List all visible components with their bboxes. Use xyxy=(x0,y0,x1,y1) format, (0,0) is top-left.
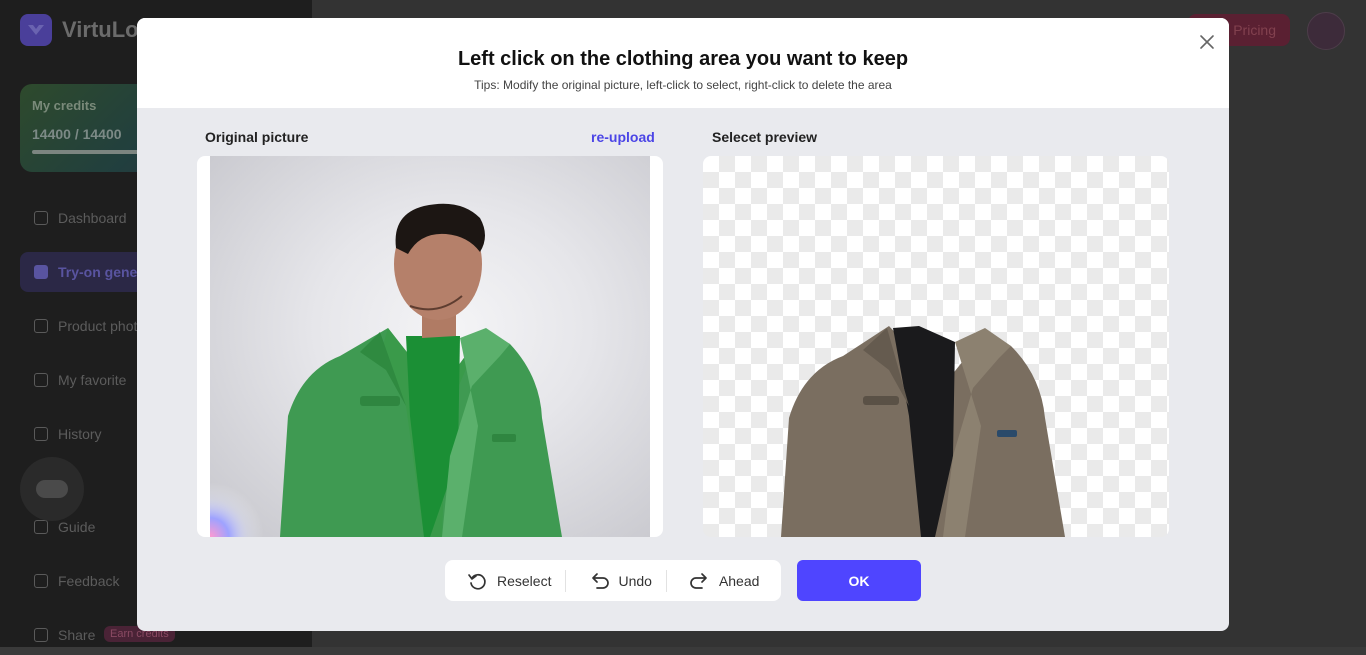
dashboard-icon xyxy=(34,211,48,225)
original-photo[interactable] xyxy=(210,156,650,537)
photo-icon xyxy=(34,319,48,333)
modal-title: Left click on the clothing area you want… xyxy=(457,48,909,70)
clock-icon xyxy=(34,427,48,441)
person-image xyxy=(210,203,562,537)
sidebar-item-label: Guide xyxy=(58,519,96,535)
share-icon xyxy=(34,628,48,642)
feedback-icon xyxy=(34,574,48,588)
ok-button[interactable]: OK xyxy=(797,560,921,601)
sidebar-item-label: My favorite xyxy=(58,372,127,388)
original-picture-label: Original picture xyxy=(205,129,309,145)
undo-button[interactable]: Undo xyxy=(566,560,665,601)
heart-icon xyxy=(34,373,48,387)
clothing-select-modal: Left click on the clothing area you want… xyxy=(137,18,1229,631)
selection-preview-panel xyxy=(703,156,1169,537)
chat-icon xyxy=(36,480,68,498)
sidebar-item-label: Dashboard xyxy=(58,210,127,226)
sidebar-item-label: Product photo xyxy=(58,318,146,334)
help-icon xyxy=(34,520,48,534)
ahead-label: Ahead xyxy=(718,572,760,589)
reselect-label: Reselect xyxy=(497,572,552,589)
chat-button[interactable] xyxy=(20,457,84,521)
shirt-icon xyxy=(34,265,48,279)
modal-header: Left click on the clothing area you want… xyxy=(137,18,1229,108)
credits-value: 14400 / 14400 xyxy=(32,126,122,142)
reselect-icon xyxy=(468,573,486,590)
ahead-button[interactable]: Ahead xyxy=(667,560,773,601)
modal-subtitle: Tips: Modify the original picture, left-… xyxy=(474,78,892,92)
undo-icon xyxy=(592,572,610,589)
preview-image xyxy=(781,326,1065,537)
preview-label: Selecet preview xyxy=(712,129,818,145)
reupload-link[interactable]: re-upload xyxy=(591,129,655,145)
close-icon[interactable] xyxy=(1197,32,1217,52)
avatar[interactable] xyxy=(1307,12,1345,50)
undo-label: Undo xyxy=(618,572,652,589)
edit-toolbar: Reselect Undo Ahead xyxy=(445,560,781,601)
credits-title: My credits xyxy=(32,98,97,113)
sidebar-item-label: Share xyxy=(58,627,96,643)
logo-icon xyxy=(20,14,52,46)
original-picture-panel[interactable] xyxy=(197,156,663,537)
reselect-button[interactable]: Reselect xyxy=(445,560,565,601)
ahead-icon xyxy=(690,572,707,589)
sidebar-item-label: History xyxy=(58,426,102,442)
sidebar-item-label: Feedback xyxy=(58,573,120,589)
